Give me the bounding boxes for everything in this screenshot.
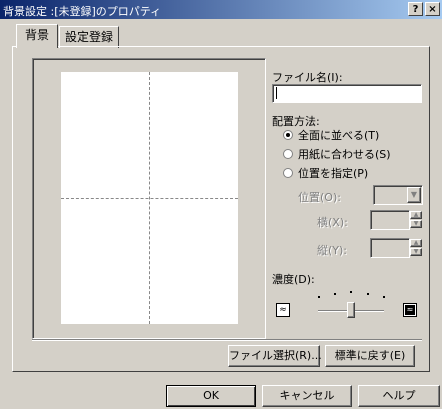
preview-paper [61, 72, 238, 324]
separator [32, 339, 422, 341]
radio-tile[interactable] [283, 130, 293, 140]
slider-tick [350, 291, 352, 293]
spin-up-icon[interactable]: ▲ [410, 239, 422, 247]
select-file-button[interactable]: ファイル選択(R)... [228, 345, 322, 367]
radio-fit-paper[interactable] [283, 149, 293, 159]
title-bar: 背景設定 :[未登録]のプロパティ ? × [0, 0, 442, 19]
vertical-label: 縦(Y): [317, 244, 348, 257]
help-button[interactable]: ヘルプ [358, 385, 440, 407]
light-pattern-icon: ≈ [276, 303, 290, 317]
file-name-input[interactable] [272, 84, 422, 103]
chevron-down-icon[interactable]: ▼ [407, 187, 421, 203]
cancel-button[interactable]: キャンセル [262, 385, 352, 407]
ok-button[interactable]: OK [166, 385, 256, 407]
slider-tick [334, 293, 336, 295]
density-slider-thumb[interactable] [347, 302, 355, 318]
vertical-spinner[interactable] [370, 238, 410, 258]
radio-specify-position-label[interactable]: 位置を指定(P) [298, 165, 368, 181]
window-title: 背景設定 :[未登録]のプロパティ [3, 5, 162, 18]
tab-settings-register[interactable]: 設定登録 [59, 26, 119, 48]
horizontal-spinner[interactable] [370, 210, 410, 230]
tab-settings-register-label: 設定登録 [64, 30, 113, 44]
density-label: 濃度(D): [272, 273, 315, 286]
slider-tick [318, 296, 320, 298]
close-title-button[interactable]: × [425, 2, 440, 16]
slider-tick [383, 296, 385, 298]
text-caret [276, 87, 277, 99]
file-name-label: ファイル名(I): [272, 71, 343, 84]
radio-tile-label[interactable]: 全面に並べる(T) [298, 127, 379, 143]
position-label: 位置(O): [298, 191, 341, 204]
spin-down-icon[interactable]: ▼ [410, 248, 422, 256]
tab-background[interactable]: 背景 [16, 24, 58, 48]
spin-up-icon[interactable]: ▲ [410, 211, 422, 219]
horizontal-label: 横(X): [317, 216, 348, 229]
help-title-button[interactable]: ? [408, 2, 423, 16]
slider-tick [367, 293, 369, 295]
radio-fit-paper-label[interactable]: 用紙に合わせる(S) [298, 146, 391, 162]
reset-default-button[interactable]: 標準に戻す(E) [325, 345, 415, 367]
dark-pattern-icon: ≈ [403, 303, 417, 317]
preview-divider-horizontal [61, 198, 238, 199]
radio-specify-position[interactable] [283, 168, 293, 178]
tab-background-label: 背景 [24, 28, 49, 42]
spin-down-icon[interactable]: ▼ [410, 220, 422, 228]
